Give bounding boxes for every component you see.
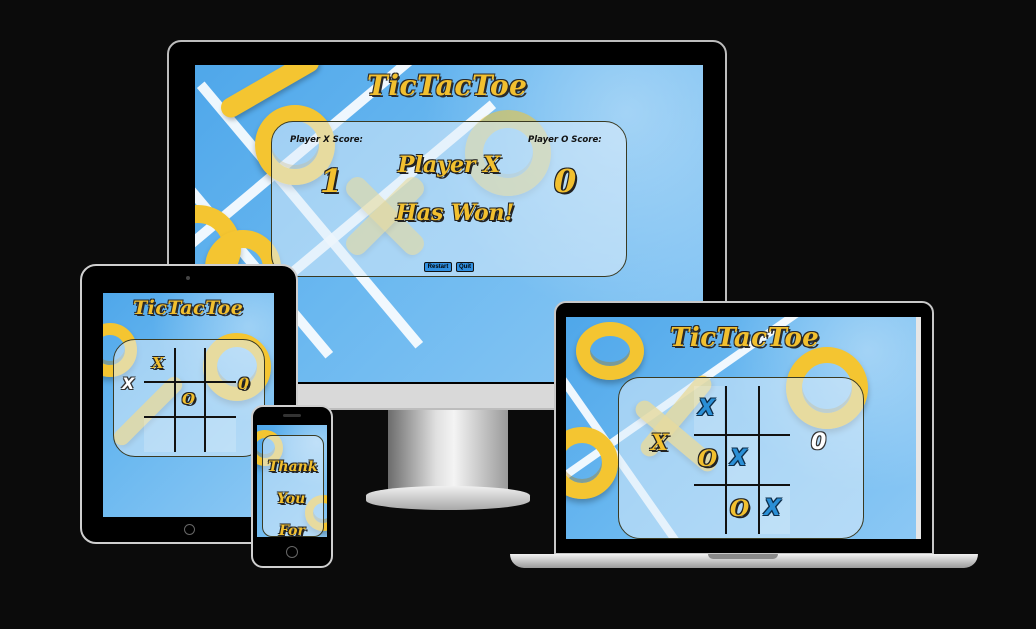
laptop-cell-4[interactable]: X — [730, 446, 747, 471]
tablet-home-button-icon[interactable] — [184, 524, 195, 535]
tablet-left-marker: X — [122, 374, 135, 393]
phone-speaker-icon — [283, 414, 301, 417]
laptop-board: X O X O X — [694, 386, 790, 534]
page-title: TicTacToe — [367, 69, 528, 102]
phone-message-card — [262, 435, 324, 537]
score-card: Player X Score: Player O Score: 1 0 Play… — [271, 121, 627, 277]
laptop-cell-8[interactable]: X — [764, 496, 781, 521]
phone-screen: Thank You For — [257, 425, 327, 537]
phone-message-line1: Thank — [268, 459, 318, 475]
laptop-game-card: X 0 X O X O X — [618, 377, 864, 539]
tablet-game-card: X 0 X O — [113, 339, 265, 457]
laptop-cell-0[interactable]: X — [698, 396, 715, 421]
winner-message-line1: Player X — [398, 152, 501, 178]
laptop-notch — [708, 554, 778, 559]
player-o-score-label: Player O Score: — [528, 135, 602, 145]
monitor-stand-neck — [388, 408, 508, 494]
winner-message-line2: Has Won! — [396, 200, 515, 226]
phone-home-button-icon[interactable] — [286, 546, 298, 558]
player-o-score: 0 — [554, 162, 577, 200]
laptop-scrollbar[interactable] — [916, 317, 921, 539]
tablet-camera-icon — [186, 276, 190, 280]
laptop-cell-3[interactable]: O — [698, 446, 717, 472]
laptop-page-title: TicTacToe — [670, 323, 820, 353]
laptop-cell-7[interactable]: O — [730, 496, 749, 522]
phone-message-line2: You — [277, 491, 306, 507]
monitor-stand-base — [366, 486, 530, 510]
tablet-right-marker: 0 — [238, 374, 250, 393]
phone-message-line3: For — [279, 523, 305, 537]
tablet-cell-0[interactable]: X — [152, 354, 164, 372]
player-x-score-label: Player X Score: — [290, 135, 363, 145]
laptop-right-marker: 0 — [811, 430, 827, 455]
tablet-screen: TicTacToe X 0 X O — [103, 293, 274, 517]
laptop-screen: TicTacToe X 0 X O X O X — [566, 317, 921, 539]
player-x-score: 1 — [320, 162, 343, 200]
tablet-cell-4[interactable]: O — [182, 390, 195, 408]
tablet-board: X O — [144, 348, 236, 452]
tablet-page-title: TicTacToe — [133, 297, 244, 319]
laptop-left-marker: X — [651, 430, 669, 456]
quit-button[interactable]: Quit — [456, 262, 474, 272]
restart-button[interactable]: Restart — [424, 262, 452, 272]
